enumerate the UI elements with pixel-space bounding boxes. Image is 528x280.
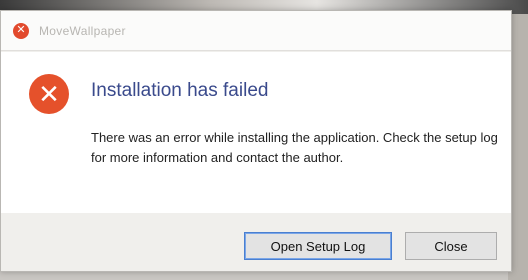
open-setup-log-button[interactable]: Open Setup Log — [244, 232, 392, 260]
dialog-content: ✕ Installation has failed There was an e… — [1, 52, 511, 213]
installer-error-dialog: ✕ MoveWallpaper ✕ Installation has faile… — [0, 10, 512, 272]
window-title: MoveWallpaper — [39, 23, 126, 38]
dialog-heading: Installation has failed — [91, 80, 269, 101]
error-message: There was an error while installing the … — [91, 130, 498, 165]
button-bar: Open Setup Log Close — [1, 213, 511, 271]
error-icon: ✕ — [13, 22, 29, 39]
error-icon: ✕ — [29, 74, 69, 114]
title-bar[interactable]: ✕ MoveWallpaper — [1, 11, 511, 51]
close-button[interactable]: Close — [405, 232, 497, 260]
